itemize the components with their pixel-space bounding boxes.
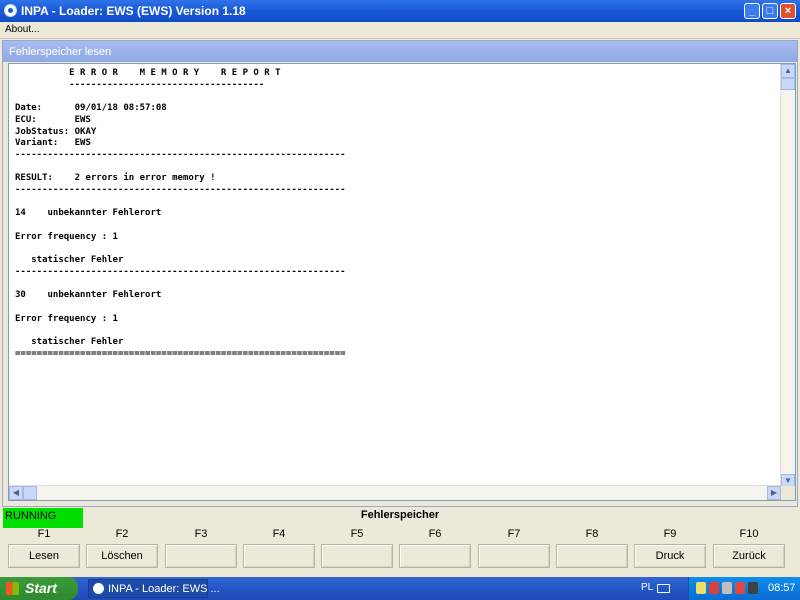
report-line: ------------------------------------ — [15, 79, 265, 90]
druck-button[interactable]: Druck — [634, 544, 706, 568]
bmw-app-icon — [4, 4, 17, 17]
fkey-label-f7: F7 — [507, 528, 521, 540]
taskbar: Start INPA - Loader: EWS ... PL 08:57 — [0, 577, 800, 600]
report-line: statischer Fehler — [15, 255, 124, 266]
fkey-label-f6: F6 — [428, 528, 442, 540]
report-line: ========================================… — [15, 348, 346, 359]
fkey-f1: F1 Lesen — [8, 528, 80, 570]
report-line: 14 unbekannter Fehlerort — [15, 208, 162, 219]
fkey-f4: F4 — [243, 528, 315, 570]
scroll-corner — [781, 486, 795, 500]
language-indicator[interactable]: PL — [641, 582, 653, 593]
fkey-label-f9: F9 — [663, 528, 677, 540]
status-row: Fehlerspeicher RUNNING — [3, 508, 797, 528]
report-line: JobStatus: OKAY — [15, 126, 97, 137]
bmw-app-icon — [93, 583, 104, 594]
fkey-f9: F9 Druck — [634, 528, 706, 570]
report-line — [15, 197, 346, 209]
report-line: Error frequency : 1 — [15, 231, 118, 242]
report-line — [15, 162, 346, 174]
report-line: ----------------------------------------… — [15, 185, 346, 196]
title-bar: INPA - Loader: EWS (EWS) Version 1.18 _ … — [0, 0, 800, 22]
f7-button[interactable] — [478, 544, 550, 568]
keyboard-icon[interactable] — [657, 584, 670, 593]
window-title: INPA - Loader: EWS (EWS) Version 1.18 — [21, 4, 246, 18]
scroll-up-icon[interactable]: ▲ — [781, 64, 795, 78]
minimize-button[interactable]: _ — [744, 3, 760, 19]
tray-security-icon[interactable] — [735, 582, 745, 594]
report-line — [15, 220, 346, 232]
report-line — [15, 302, 346, 314]
windows-logo-icon — [6, 582, 19, 595]
zurueck-button[interactable]: Zurück — [713, 544, 785, 568]
clock[interactable]: 08:57 — [768, 582, 796, 594]
lesen-button[interactable]: Lesen — [8, 544, 80, 568]
report-line: Variant: EWS — [15, 138, 91, 149]
fkey-f2: F2 Löschen — [86, 528, 158, 570]
report-line: Error frequency : 1 — [15, 313, 118, 324]
tray-device-icon[interactable] — [722, 582, 732, 594]
panel-title: Fehlerspeicher lesen — [9, 46, 112, 58]
report-line: ----------------------------------------… — [15, 149, 346, 160]
status-badge-label: RUNNING — [5, 510, 57, 522]
status-badge: RUNNING — [3, 508, 83, 528]
fkey-label-f1: F1 — [37, 528, 51, 540]
maximize-button[interactable]: □ — [762, 3, 778, 19]
fkey-label-f3: F3 — [194, 528, 208, 540]
report-line: E R R O R M E M O R Y R E P O R T — [15, 68, 281, 78]
fkey-label-f2: F2 — [115, 528, 129, 540]
fkey-f5: F5 — [321, 528, 393, 570]
start-label: Start — [25, 580, 57, 596]
f8-button[interactable] — [556, 544, 628, 568]
report-line: 30 unbekannter Fehlerort — [15, 290, 162, 301]
menu-bar: About... — [0, 22, 800, 39]
error-memory-report: E R R O R M E M O R Y R E P O R T ------… — [15, 68, 346, 361]
loeschen-button[interactable]: Löschen — [86, 544, 158, 568]
scroll-left-icon[interactable]: ◀ — [9, 486, 23, 500]
f4-button[interactable] — [243, 544, 315, 568]
panel-title-bar: Fehlerspeicher lesen — [3, 41, 797, 62]
tray-display-icon[interactable] — [748, 582, 758, 594]
fkey-f6: F6 — [399, 528, 471, 570]
f6-button[interactable] — [399, 544, 471, 568]
report-line: ----------------------------------------… — [15, 266, 346, 277]
report-line: ECU: EWS — [15, 114, 91, 125]
fkey-f3: F3 — [165, 528, 237, 570]
f3-button[interactable] — [165, 544, 237, 568]
function-key-bar: F1 Lesen F2 Löschen F3 F4 F5 F6 F7 F8 F9… — [8, 528, 792, 570]
taskbar-item-label: INPA - Loader: EWS ... — [108, 583, 220, 595]
fkey-label-f4: F4 — [272, 528, 286, 540]
tray-app-icon[interactable] — [696, 582, 706, 594]
horizontal-scroll-thumb[interactable] — [23, 486, 37, 500]
report-line — [15, 91, 346, 103]
f5-button[interactable] — [321, 544, 393, 568]
fkey-label-f5: F5 — [350, 528, 364, 540]
report-line: statischer Fehler — [15, 337, 124, 348]
report-line: RESULT: 2 errors in error memory ! — [15, 173, 216, 184]
taskbar-item-inpa[interactable]: INPA - Loader: EWS ... — [88, 579, 220, 598]
report-line — [15, 279, 346, 291]
menu-item-about[interactable]: About... — [5, 24, 39, 35]
horizontal-scrollbar[interactable]: ◀ ▶ — [9, 485, 781, 500]
report-line — [15, 325, 346, 337]
fkey-label-f8: F8 — [585, 528, 599, 540]
fkey-f7: F7 — [478, 528, 550, 570]
report-area[interactable]: E R R O R M E M O R Y R E P O R T ------… — [8, 63, 796, 501]
report-line — [15, 244, 346, 256]
fkey-f8: F8 — [556, 528, 628, 570]
scroll-right-icon[interactable]: ▶ — [767, 486, 781, 500]
status-title: Fehlerspeicher — [360, 509, 440, 521]
vertical-scrollbar[interactable]: ▲ ▼ — [780, 64, 795, 488]
close-button[interactable]: × — [780, 3, 796, 19]
report-window: Fehlerspeicher lesen E R R O R M E M O R… — [2, 40, 798, 507]
system-tray: 08:57 — [688, 577, 800, 600]
fkey-label-f10: F10 — [739, 528, 759, 540]
tray-network-icon[interactable] — [709, 582, 719, 594]
fkey-f10: F10 Zurück — [713, 528, 785, 570]
vertical-scroll-thumb[interactable] — [781, 78, 795, 90]
report-line: Date: 09/01/18 08:57:08 — [15, 103, 167, 114]
start-button[interactable]: Start — [0, 577, 78, 600]
